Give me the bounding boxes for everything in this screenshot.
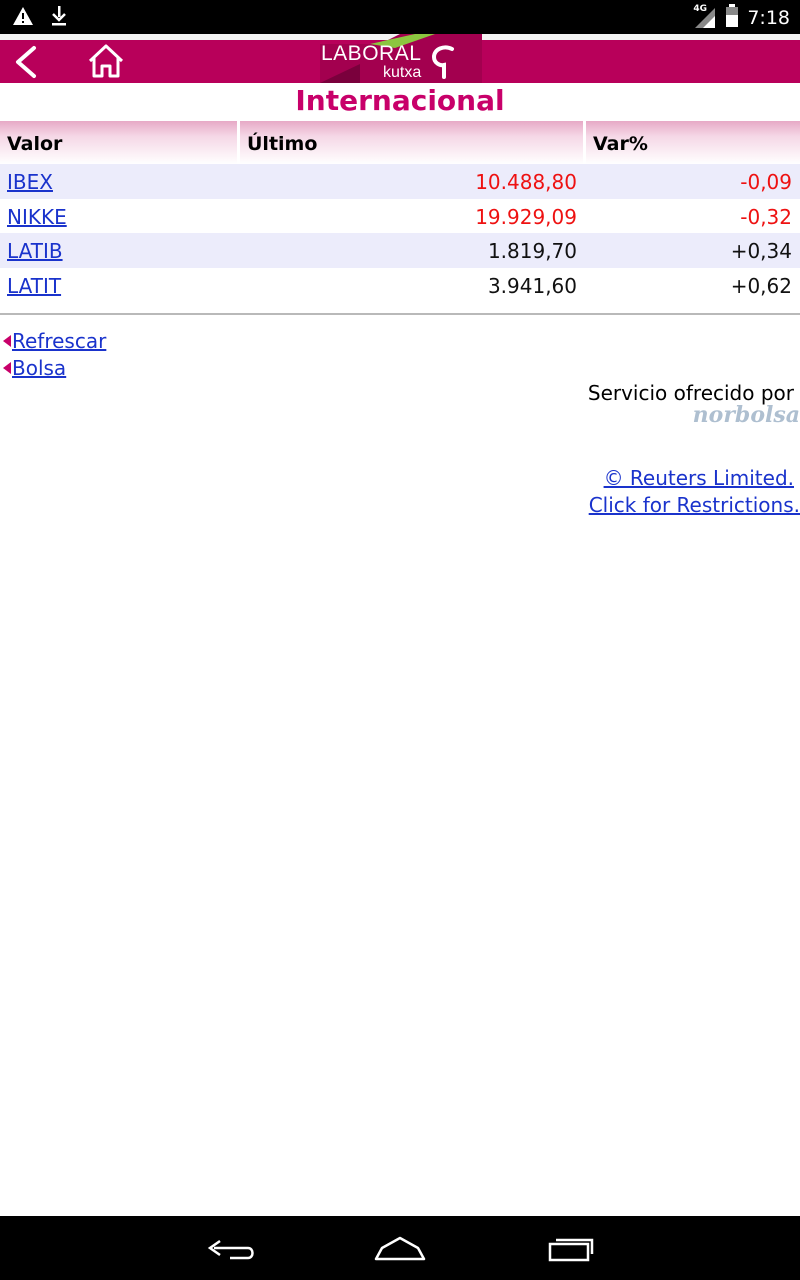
column-header-var: Var%: [586, 121, 800, 164]
divider: [0, 313, 800, 315]
quote-link-latib[interactable]: LATIB: [7, 239, 63, 263]
logo-subtext: kutxa: [383, 64, 422, 81]
back-button[interactable]: [8, 44, 44, 80]
home-button[interactable]: [84, 42, 128, 80]
back-arrow-icon: [207, 1239, 254, 1260]
logo-text: LABORAL: [321, 42, 422, 65]
bolsa-link[interactable]: Bolsa: [0, 356, 66, 380]
network-label: 4G: [693, 4, 707, 14]
clock: 7:18: [747, 7, 790, 29]
refresh-link[interactable]: Refrescar: [0, 329, 106, 353]
home-nav-button[interactable]: [370, 1228, 430, 1268]
restrictions-link[interactable]: Click for Restrictions.: [589, 493, 800, 517]
quote-link-ibex[interactable]: IBEX: [7, 170, 53, 194]
column-header-ultimo: Último: [240, 121, 583, 164]
system-nav-bar: [0, 1216, 800, 1280]
arrow-left-icon: [3, 334, 11, 347]
recents-nav-button[interactable]: [540, 1228, 600, 1268]
last-value: 19.929,09: [475, 204, 577, 229]
status-left: [12, 5, 68, 31]
change-percent: +0,34: [730, 239, 792, 263]
back-nav-button[interactable]: [200, 1228, 260, 1268]
warning-icon: [12, 6, 34, 30]
norbolsa-logo: norbolsa: [692, 402, 800, 428]
table-row: LATIB 1.819,70 +0,34: [0, 233, 800, 268]
table-row: NIKKE 19.929,09 -0,32: [0, 199, 800, 234]
column-header-valor: Valor: [0, 121, 237, 164]
table-header: Valor Último Var%: [0, 121, 800, 164]
change-percent: +0,62: [730, 273, 792, 298]
arrow-left-icon: [3, 361, 11, 374]
quote-link-latit[interactable]: LATIT: [7, 274, 61, 298]
status-right: 4G 7:18: [693, 4, 790, 32]
download-icon: [50, 5, 68, 31]
battery-icon: [725, 4, 739, 32]
change-percent: -0,09: [740, 170, 792, 194]
quote-link-nikke[interactable]: NIKKE: [7, 205, 67, 229]
last-value: 10.488,80: [475, 170, 577, 194]
table-row: IBEX 10.488,80 -0,09: [0, 164, 800, 199]
logo-mark-icon: [431, 45, 454, 79]
last-value: 3.941,60: [487, 273, 577, 298]
page-title: Internacional: [295, 84, 505, 117]
last-value: 1.819,70: [487, 239, 577, 263]
change-percent: -0,32: [740, 204, 792, 229]
refresh-label: Refrescar: [12, 329, 107, 353]
status-bar: 4G 7:18: [0, 0, 800, 34]
table-row: LATIT 3.941,60 +0,62: [0, 268, 800, 303]
bolsa-label: Bolsa: [12, 356, 67, 380]
recents-icon: [548, 1238, 594, 1262]
chevron-left-icon: [16, 46, 36, 78]
signal-icon: 4G: [693, 4, 717, 30]
app-header: LABORAL kutxa: [0, 34, 800, 83]
quotes-table: Valor Último Var% IBEX 10.488,80 -0,09 N…: [0, 121, 800, 302]
reuters-copyright-link[interactable]: © Reuters Limited.: [604, 466, 794, 490]
home-outline-icon: [374, 1236, 426, 1261]
home-icon: [88, 44, 124, 78]
